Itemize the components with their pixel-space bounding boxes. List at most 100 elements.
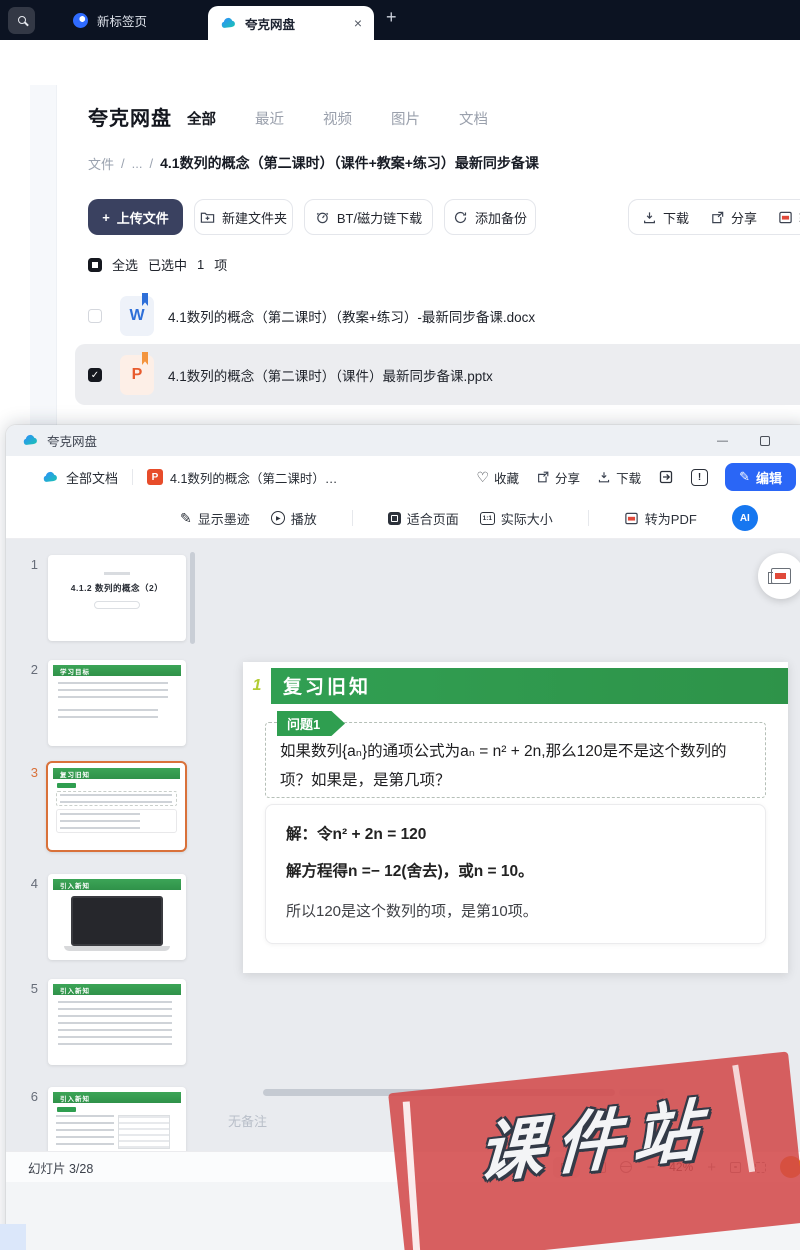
select-all-checkbox[interactable] <box>88 258 102 272</box>
thumb-laptop-base <box>64 946 170 951</box>
ribbon-icon <box>142 352 148 365</box>
folder-plus-icon <box>200 210 215 225</box>
quark-cloud-icon <box>42 469 59 486</box>
tab-search-button[interactable] <box>8 7 35 34</box>
new-folder-button[interactable]: 新建文件夹 <box>194 199 293 235</box>
thumb-decor <box>104 572 130 575</box>
share-icon <box>536 470 550 484</box>
breadcrumb-root[interactable]: 文件 <box>88 154 114 173</box>
thumb-solution-box <box>56 809 177 833</box>
row-checkbox-checked[interactable]: ✓ <box>88 368 102 382</box>
convert-pdf-button[interactable]: 转为PDF <box>778 208 800 227</box>
divider <box>588 510 589 526</box>
heart-icon: ♡ <box>476 469 489 486</box>
pdf-icon <box>624 511 639 526</box>
window-title-bar[interactable]: 夸克网盘 — <box>6 425 800 456</box>
share-button[interactable]: 分享 <box>536 468 580 487</box>
selected-label: 已选中 <box>148 255 187 274</box>
play-button[interactable]: ▶ 播放 <box>271 509 317 528</box>
ppt-badge: P <box>132 366 143 384</box>
bt-magnet-download-button[interactable]: BT/磁力链下载 <box>304 199 433 235</box>
slide-preview: 1 复习旧知 问题1 如果数列{aₙ}的通项公式为aₙ = n² + 2n,那么… <box>243 662 788 973</box>
new-tab-button[interactable]: + <box>386 7 397 28</box>
viewer-nav-actions: ♡ 收藏 分享 下载 ! ✎ 编辑 <box>476 463 796 491</box>
actual-size-button[interactable]: 1:1 实际大小 <box>480 509 553 528</box>
feedback-icon[interactable]: ! <box>691 469 708 486</box>
floating-pdf-button[interactable] <box>758 553 800 599</box>
selected-unit: 项 <box>214 255 227 274</box>
select-all-label[interactable]: 全选 <box>112 255 138 274</box>
minimize-button[interactable]: — <box>717 435 728 447</box>
convert-pdf-button[interactable]: 转为PDF <box>624 509 697 528</box>
selected-count: 1 <box>197 257 204 272</box>
download-button[interactable]: 下载 <box>597 468 641 487</box>
thumb-number: 5 <box>18 981 38 996</box>
tab-all[interactable]: 全部 <box>187 108 216 129</box>
share-button[interactable]: 分享 <box>710 208 757 227</box>
convert-pdf-label: 转为PDF <box>645 509 697 528</box>
thumb-question-box <box>56 791 177 806</box>
fit-page-label: 适合页面 <box>407 509 459 528</box>
close-icon[interactable]: × <box>354 15 362 31</box>
breadcrumb-ellipsis[interactable]: ... <box>132 156 143 171</box>
thumb-diagram <box>118 1115 170 1149</box>
share-label: 分享 <box>555 468 580 487</box>
slide-thumbnail-2[interactable]: 学习目标 <box>48 660 186 746</box>
tab-video[interactable]: 视频 <box>323 108 352 129</box>
show-ink-button[interactable]: ✎ 显示墨迹 <box>180 509 250 528</box>
slide-thumbnail-5[interactable]: 引入新知 <box>48 979 186 1065</box>
export-icon[interactable] <box>658 469 674 485</box>
breadcrumb-current: 4.1数列的概念（第二课时）（课件+教案+练习）最新同步备课 <box>160 153 539 173</box>
slide-thumbnail-3-selected[interactable]: 复习旧知 <box>46 761 187 852</box>
slide-thumbnail-1[interactable]: 4.1.2 数列的概念（2） <box>48 555 186 641</box>
tab-label: 夸克网盘 <box>245 14 295 33</box>
file-row-pptx[interactable]: ✓ P 4.1数列的概念（第二课时）（课件）最新同步备课.pptx <box>88 355 493 395</box>
fit-page-icon <box>388 512 401 525</box>
slide-section-bar: 1 复习旧知 <box>243 668 788 704</box>
viewer-tools-bar: ✎ 显示墨迹 ▶ 播放 适合页面 1:1 实际大小 转为PDF AI <box>6 498 800 539</box>
divider <box>132 469 133 485</box>
upload-file-button[interactable]: + 上传文件 <box>88 199 183 235</box>
fit-page-button[interactable]: 适合页面 <box>388 509 459 528</box>
edit-label: 编辑 <box>756 468 782 487</box>
share-label: 分享 <box>731 208 757 227</box>
favorite-button[interactable]: ♡ 收藏 <box>476 468 519 487</box>
add-backup-button[interactable]: 添加备份 <box>444 199 536 235</box>
thumb-header: 学习目标 <box>53 665 181 676</box>
viewer-nav-bar: 全部文档 P 4.1数列的概念（第二课时）（课件）最新同步备课.pptx ♡ 收… <box>6 456 800 498</box>
notes-placeholder: 无备注 <box>228 1111 267 1130</box>
download-button[interactable]: 下载 <box>642 208 689 227</box>
file-name[interactable]: 4.1数列的概念（第二课时）（课件）最新同步备课.pptx <box>168 365 493 385</box>
thumb-header: 引入新知 <box>53 984 181 995</box>
tab-docs[interactable]: 文档 <box>459 108 488 129</box>
browser-tab-newtab[interactable]: 新标签页 <box>63 5 157 35</box>
slide-thumbnail-4[interactable]: 引入新知 <box>48 874 186 960</box>
breadcrumb: 文件 / ... / 4.1数列的概念（第二课时）（课件+教案+练习）最新同步备… <box>88 153 539 173</box>
maximize-button[interactable] <box>760 436 770 446</box>
pdf-pages-icon <box>771 568 791 584</box>
thumbnail-scrollbar[interactable] <box>190 552 195 644</box>
ink-pen-icon: ✎ <box>180 510 192 527</box>
slide-thumbnail-6[interactable]: 引入新知 <box>48 1087 186 1151</box>
tab-recent[interactable]: 最近 <box>255 108 284 129</box>
tab-images[interactable]: 图片 <box>391 108 420 129</box>
solution-box: 解：令n² + 2n = 120 解方程得n =− 12(舍去)，或n = 10… <box>265 804 766 944</box>
new-folder-label: 新建文件夹 <box>222 208 287 227</box>
ppt-file-icon: P <box>120 355 154 395</box>
word-badge: W <box>129 307 144 325</box>
ai-assistant-button[interactable]: AI <box>732 505 758 531</box>
row-checkbox[interactable] <box>88 309 102 323</box>
browser-tab-quark-drive[interactable]: 夸克网盘 × <box>208 6 374 40</box>
edit-button[interactable]: ✎ 编辑 <box>725 463 796 491</box>
sync-icon <box>453 210 468 225</box>
question-box: 如果数列{aₙ}的通项公式为aₙ = n² + 2n,那么120是不是这个数列的… <box>265 722 766 798</box>
file-name[interactable]: 4.1数列的概念（第二课时）（教案+练习）-最新同步备课.docx <box>168 306 535 326</box>
drive-page: 夸克网盘 全部 最近 视频 图片 文档 文件 / ... / 4.1数列的概念（… <box>0 85 800 425</box>
drive-nav-tabs: 全部 最近 视频 图片 文档 <box>187 108 488 129</box>
all-docs-button[interactable]: 全部文档 <box>66 468 118 487</box>
solution-line-2: 解方程得n =− 12(舍去)，或n = 10。 <box>286 859 745 881</box>
file-row-docx[interactable]: W 4.1数列的概念（第二课时）（教案+练习）-最新同步备课.docx <box>88 296 535 336</box>
breadcrumb-sep: / <box>121 156 125 171</box>
quark-browser-icon <box>73 13 88 28</box>
play-label: 播放 <box>291 509 317 528</box>
